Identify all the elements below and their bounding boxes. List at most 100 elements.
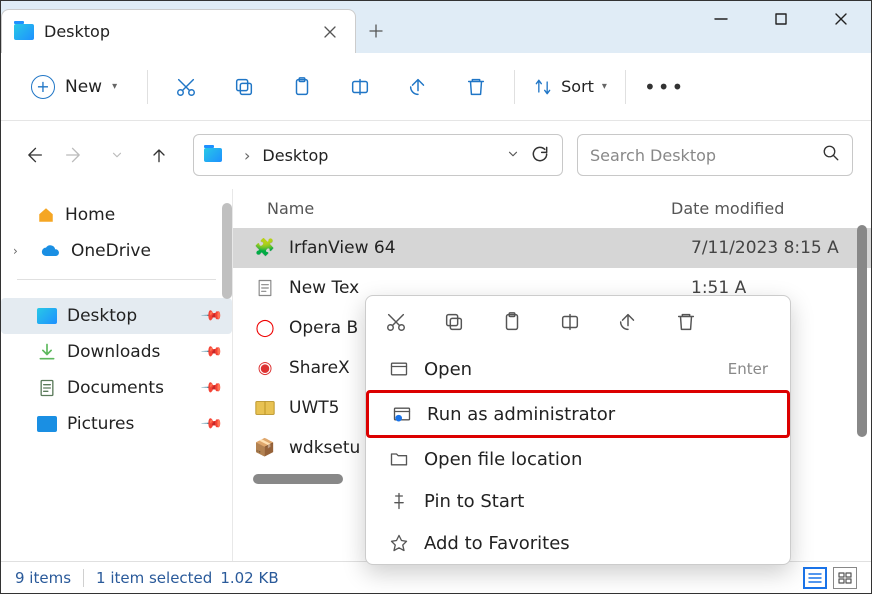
copy-button[interactable]	[442, 310, 466, 334]
sidebar-label: Home	[65, 205, 115, 225]
sidebar-item-desktop[interactable]: Desktop 📌	[1, 298, 232, 334]
sort-label: Sort	[561, 77, 594, 96]
recent-button[interactable]	[103, 141, 131, 169]
plus-icon: +	[31, 75, 55, 99]
context-item-label: Run as administrator	[427, 404, 765, 425]
cut-button[interactable]	[384, 310, 408, 334]
accelerator: Enter	[728, 360, 768, 378]
history-dropdown[interactable]	[506, 146, 520, 165]
rename-button[interactable]	[340, 67, 380, 107]
status-bar: 9 items 1 item selected 1.02 KB	[1, 561, 871, 593]
share-button[interactable]	[398, 67, 438, 107]
sidebar-item-onedrive[interactable]: › OneDrive	[1, 233, 232, 269]
address-bar[interactable]: › Desktop	[193, 134, 563, 176]
column-name[interactable]: Name	[267, 199, 671, 218]
pin-icon: 📌	[199, 340, 223, 364]
new-button-label: New	[65, 77, 102, 97]
forward-button[interactable]	[61, 141, 89, 169]
sidebar-label: OneDrive	[71, 241, 151, 261]
context-menu: Open Enter Run as administrator Open fil…	[365, 295, 791, 565]
context-item-pin-start[interactable]: Pin to Start	[366, 480, 790, 522]
sort-button[interactable]: Sort ▾	[533, 77, 607, 97]
desktop-icon	[204, 148, 222, 162]
window-controls	[691, 1, 871, 53]
sidebar-label: Downloads	[67, 342, 160, 362]
address-bar-row: › Desktop Search Desktop	[1, 121, 871, 189]
window-tab[interactable]: Desktop	[1, 9, 356, 53]
installer-icon: 📦	[253, 436, 277, 460]
separator	[17, 279, 216, 280]
sidebar-item-pictures[interactable]: Pictures 📌	[1, 406, 232, 442]
search-icon	[822, 144, 840, 166]
context-item-label: Add to Favorites	[424, 533, 768, 554]
context-menu-toolbar	[366, 296, 790, 348]
view-mode-buttons	[803, 567, 857, 589]
desktop-icon	[37, 308, 57, 324]
sidebar-scrollbar[interactable]	[222, 203, 232, 299]
close-button[interactable]	[811, 1, 871, 53]
pin-icon: 📌	[199, 412, 223, 436]
separator	[514, 70, 515, 104]
share-button[interactable]	[616, 310, 640, 334]
context-item-add-favorites[interactable]: Add to Favorites	[366, 522, 790, 564]
desktop-icon	[14, 24, 34, 40]
maximize-button[interactable]	[751, 1, 811, 53]
tab-title: Desktop	[44, 22, 321, 41]
sidebar-item-home[interactable]: Home	[1, 197, 232, 233]
app-icon: ◉	[253, 356, 277, 380]
cut-button[interactable]	[166, 67, 206, 107]
chevron-down-icon: ▾	[112, 81, 117, 92]
horizontal-scrollbar[interactable]	[253, 474, 343, 484]
breadcrumb-location[interactable]: Desktop	[262, 146, 328, 165]
paste-button[interactable]	[282, 67, 322, 107]
close-tab-icon[interactable]	[321, 23, 339, 41]
thumbnails-view-button[interactable]	[833, 567, 857, 589]
up-button[interactable]	[145, 141, 173, 169]
rename-button[interactable]	[558, 310, 582, 334]
copy-button[interactable]	[224, 67, 264, 107]
chevron-right-icon[interactable]: ›	[13, 244, 31, 258]
context-item-open-location[interactable]: Open file location	[366, 438, 790, 480]
open-icon	[388, 358, 410, 380]
new-button[interactable]: + New ▾	[19, 69, 129, 105]
context-item-label: Open file location	[424, 449, 768, 470]
pin-icon: 📌	[199, 304, 223, 328]
star-icon	[388, 532, 410, 554]
separator	[147, 70, 148, 104]
back-button[interactable]	[19, 141, 47, 169]
context-item-run-admin[interactable]: Run as administrator	[366, 390, 790, 438]
item-count: 9 items	[15, 569, 71, 587]
delete-button[interactable]	[674, 310, 698, 334]
details-view-button[interactable]	[803, 567, 827, 589]
pin-icon: 📌	[199, 376, 223, 400]
context-item-open[interactable]: Open Enter	[366, 348, 790, 390]
refresh-button[interactable]	[530, 144, 552, 166]
file-date: 7/11/2023 8:15 A	[691, 238, 847, 258]
minimize-button[interactable]	[691, 1, 751, 53]
delete-button[interactable]	[456, 67, 496, 107]
new-tab-button[interactable]	[356, 9, 396, 53]
vertical-scrollbar[interactable]	[857, 225, 867, 437]
column-date[interactable]: Date modified	[671, 199, 847, 218]
search-placeholder: Search Desktop	[590, 146, 716, 165]
search-field[interactable]: Search Desktop	[577, 134, 853, 176]
selection-size: 1.02 KB	[220, 569, 278, 587]
context-item-label: Pin to Start	[424, 491, 768, 512]
pin-icon	[388, 490, 410, 512]
app-icon: 🧩	[253, 236, 277, 260]
sidebar-item-downloads[interactable]: Downloads 📌	[1, 334, 232, 370]
sidebar-label: Pictures	[67, 414, 134, 434]
file-name: IrfanView 64	[289, 238, 691, 258]
titlebar: Desktop	[1, 1, 871, 53]
more-button[interactable]: •••	[644, 75, 685, 99]
separator	[83, 569, 84, 587]
shield-icon	[391, 403, 413, 425]
chevron-right-icon: ›	[244, 146, 250, 165]
selection-count: 1 item selected	[96, 569, 212, 587]
paste-button[interactable]	[500, 310, 524, 334]
column-headers: Name Date modified	[233, 189, 871, 228]
text-file-icon	[253, 276, 277, 300]
navigation-pane: Home › OneDrive Desktop 📌 Downloads 📌	[1, 189, 233, 563]
sidebar-item-documents[interactable]: Documents 📌	[1, 370, 232, 406]
file-row[interactable]: 🧩 IrfanView 64 7/11/2023 8:15 A	[233, 228, 871, 268]
